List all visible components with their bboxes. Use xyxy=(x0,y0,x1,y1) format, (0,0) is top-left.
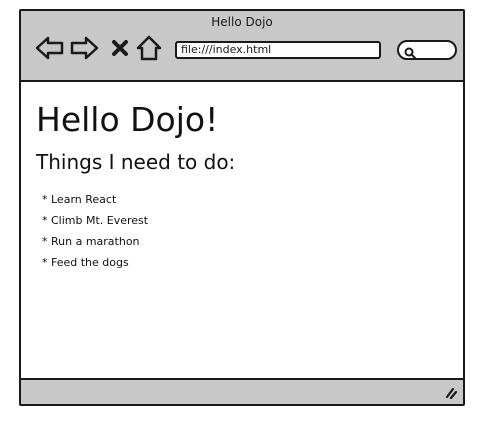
todo-heading: Things I need to do: xyxy=(36,150,236,174)
search-icon xyxy=(404,44,416,63)
address-bar-input[interactable]: file:///index.html xyxy=(175,41,381,59)
home-icon xyxy=(136,35,162,61)
close-icon xyxy=(110,35,130,61)
status-bar xyxy=(21,378,463,404)
browser-window: Hello Dojo file:///index.html Hello Dojo… xyxy=(19,9,465,406)
arrow-right-icon xyxy=(69,35,99,61)
todo-item: * Feed the dogs xyxy=(42,256,129,269)
arrow-left-icon xyxy=(35,35,65,61)
resize-grip-icon[interactable] xyxy=(443,384,458,403)
stop-button[interactable] xyxy=(110,35,130,61)
forward-button[interactable] xyxy=(69,35,99,61)
page-heading: Hello Dojo! xyxy=(36,100,219,139)
todo-item: * Learn React xyxy=(42,193,117,206)
page-content: Hello Dojo! Things I need to do: * Learn… xyxy=(21,82,463,380)
back-button[interactable] xyxy=(35,35,65,61)
todo-item: * Climb Mt. Everest xyxy=(42,214,149,227)
browser-toolbar: Hello Dojo file:///index.html xyxy=(21,11,463,82)
todo-item: * Run a marathon xyxy=(42,235,140,248)
search-button[interactable] xyxy=(397,40,457,60)
todo-list: * Learn React * Climb Mt. Everest * Run … xyxy=(42,189,148,273)
home-button[interactable] xyxy=(136,35,162,61)
window-title: Hello Dojo xyxy=(211,15,273,29)
